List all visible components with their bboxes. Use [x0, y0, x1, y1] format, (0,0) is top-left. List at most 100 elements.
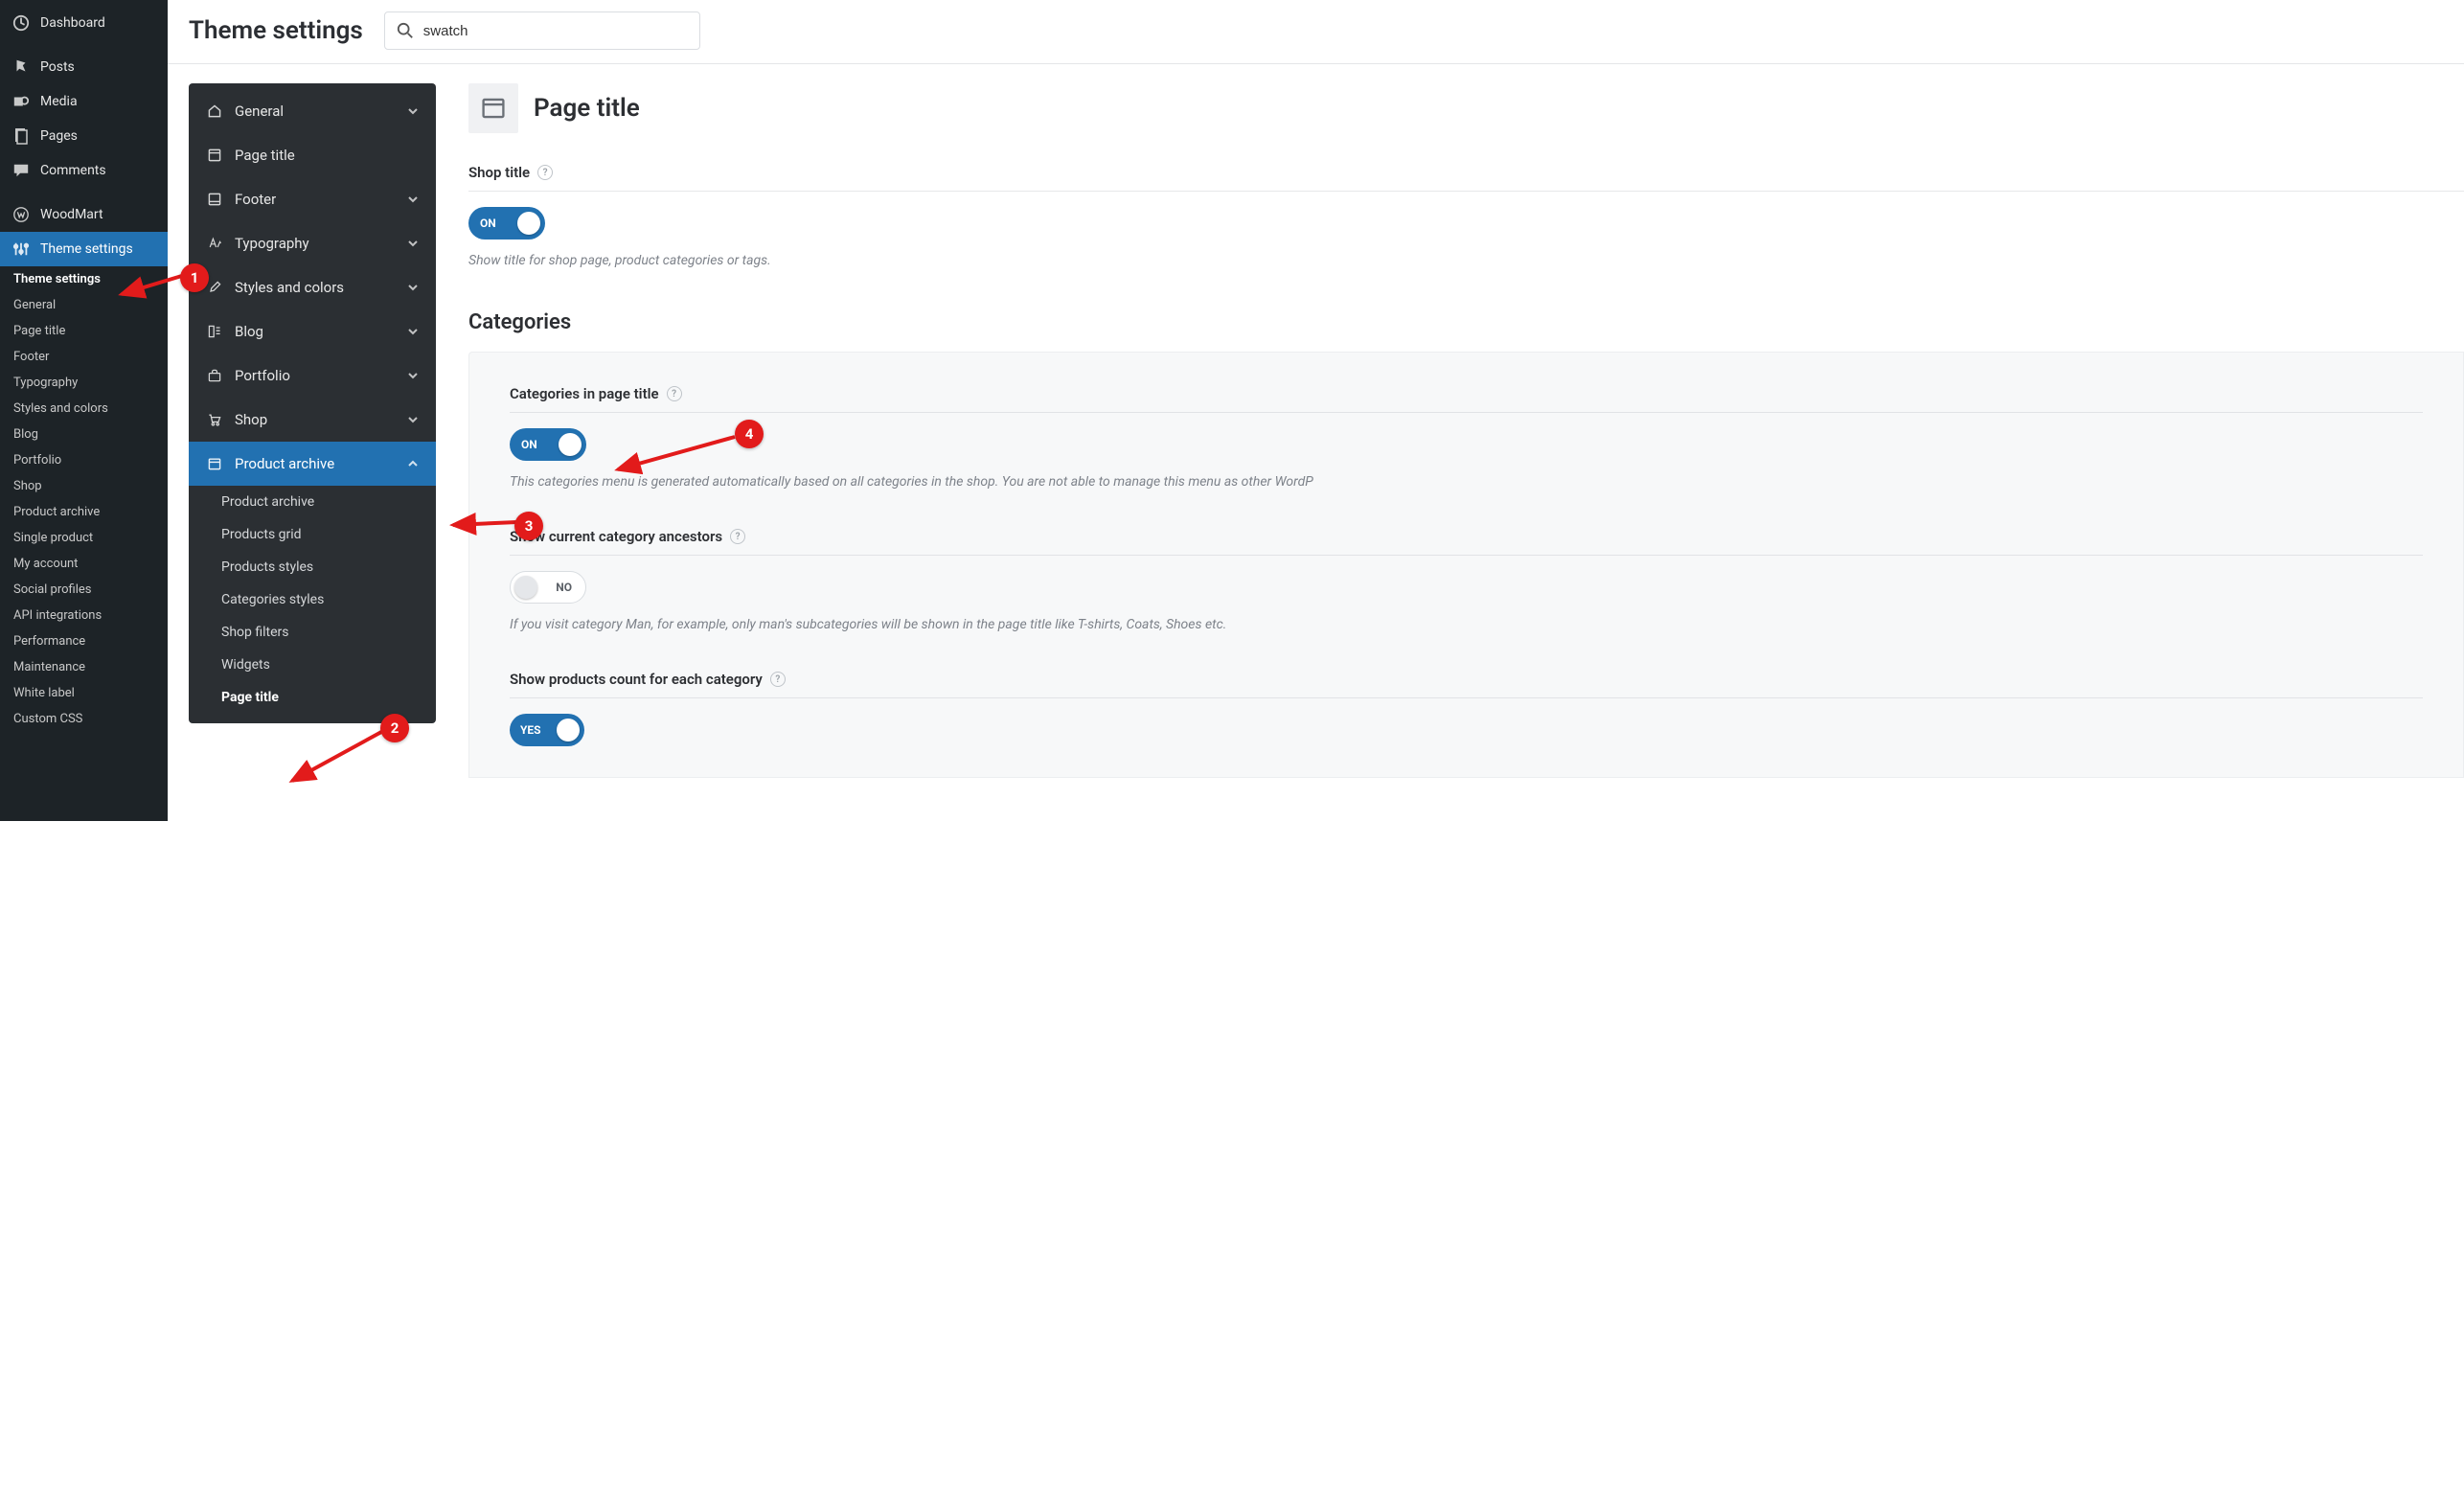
footer-icon	[206, 191, 223, 208]
sidebar-label: Pages	[40, 128, 78, 144]
nav-footer[interactable]: Footer	[189, 177, 436, 221]
chevron-down-icon	[407, 282, 419, 293]
nav-label: Shop	[235, 411, 267, 428]
nav-portfolio[interactable]: Portfolio	[189, 354, 436, 398]
toggle-shop-title[interactable]: ON	[468, 207, 545, 240]
nav-label: Footer	[235, 191, 276, 208]
nav-sub-item[interactable]: Shop filters	[189, 616, 436, 649]
chevron-down-icon	[407, 370, 419, 381]
sidebar-sub-performance[interactable]: Performance	[11, 628, 168, 654]
nav-blog[interactable]: Blog	[189, 309, 436, 354]
sidebar-sub-single-product[interactable]: Single product	[11, 525, 168, 551]
annotation-marker-1: 1	[180, 263, 209, 292]
categories-heading: Categories	[468, 310, 2464, 334]
nav-typography[interactable]: Typography	[189, 221, 436, 265]
sidebar-label: Media	[40, 94, 78, 109]
chevron-down-icon	[407, 238, 419, 249]
cart-icon	[206, 411, 223, 428]
nav-product-archive[interactable]: Product archive	[189, 442, 436, 486]
chevron-up-icon	[407, 458, 419, 469]
page-title: Theme settings	[189, 16, 363, 45]
field-label-text: Categories in page title	[510, 385, 659, 402]
sidebar-sub-footer[interactable]: Footer	[11, 344, 168, 370]
toggle-label: NO	[556, 581, 572, 594]
pages-icon	[11, 126, 31, 146]
sidebar-sub-api-integrations[interactable]: API integrations	[11, 603, 168, 628]
sidebar-sub-portfolio[interactable]: Portfolio	[11, 447, 168, 473]
section-icon	[468, 83, 518, 133]
wp-admin-sidebar: Dashboard Posts Media Pages Comments Woo…	[0, 0, 168, 821]
help-icon[interactable]: ?	[770, 672, 786, 687]
nav-styles-colors[interactable]: Styles and colors	[189, 265, 436, 309]
sidebar-item-comments[interactable]: Comments	[0, 153, 168, 188]
toggle-knob	[517, 212, 540, 235]
sidebar-sub-white-label[interactable]: White label	[11, 680, 168, 706]
field-description: If you visit category Man, for example, …	[510, 617, 2423, 632]
sidebar-sub-typography[interactable]: Typography	[11, 370, 168, 396]
sidebar-label: Dashboard	[40, 15, 105, 31]
sidebar-sub-general[interactable]: General	[11, 292, 168, 318]
sidebar-item-media[interactable]: Media	[0, 84, 168, 119]
nav-sub-item[interactable]: Widgets	[189, 649, 436, 681]
sidebar-sub-maintenance[interactable]: Maintenance	[11, 654, 168, 680]
sidebar-sub-product-archive[interactable]: Product archive	[11, 499, 168, 525]
blog-icon	[206, 323, 223, 340]
sidebar-sub-social-profiles[interactable]: Social profiles	[11, 577, 168, 603]
field-shop-title: Shop title ? ON Show title for shop page…	[468, 158, 2464, 291]
woodmart-icon	[11, 205, 31, 224]
toggle-categories-in-title[interactable]: ON	[510, 428, 586, 461]
page-icon	[206, 147, 223, 164]
nav-sub-item[interactable]: Product archive	[189, 486, 436, 518]
sidebar-sub-custom-css[interactable]: Custom CSS	[11, 706, 168, 732]
brush-icon	[206, 279, 223, 296]
search-input[interactable]	[423, 23, 688, 39]
toggle-products-count[interactable]: YES	[510, 714, 584, 746]
nav-page-title[interactable]: Page title	[189, 133, 436, 177]
field-products-count: Show products count for each category ? …	[510, 665, 2423, 758]
sidebar-sub-theme-settings[interactable]: Theme settings	[11, 266, 168, 292]
sidebar-submenu: Theme settings General Page title Footer…	[0, 266, 168, 732]
sidebar-item-dashboard[interactable]: Dashboard	[0, 6, 168, 40]
sidebar-sub-styles-colors[interactable]: Styles and colors	[11, 396, 168, 422]
annotation-marker-2: 2	[380, 714, 409, 742]
sidebar-item-woodmart[interactable]: WoodMart	[0, 197, 168, 232]
nav-label: Portfolio	[235, 367, 290, 384]
nav-sub-product-archive: Product archive Products grid Products s…	[189, 486, 436, 714]
sidebar-item-theme-settings[interactable]: Theme settings	[0, 232, 168, 266]
archive-icon	[206, 455, 223, 472]
nav-sub-page-title[interactable]: Page title	[189, 681, 436, 714]
nav-sub-item[interactable]: Products styles	[189, 551, 436, 583]
help-icon[interactable]: ?	[730, 529, 745, 544]
sidebar-sub-shop[interactable]: Shop	[11, 473, 168, 499]
field-categories-in-title: Categories in page title ? ON This categ…	[510, 379, 2423, 522]
toggle-label: ON	[480, 217, 496, 230]
nav-sub-item[interactable]: Products grid	[189, 518, 436, 551]
help-icon[interactable]: ?	[537, 165, 553, 180]
media-icon	[11, 92, 31, 111]
annotation-marker-4: 4	[735, 420, 764, 448]
sidebar-sub-blog[interactable]: Blog	[11, 422, 168, 447]
sidebar-sub-my-account[interactable]: My account	[11, 551, 168, 577]
sidebar-item-posts[interactable]: Posts	[0, 50, 168, 84]
chevron-down-icon	[407, 105, 419, 117]
toggle-label: YES	[520, 723, 541, 737]
typography-icon	[206, 235, 223, 252]
toggle-ancestors[interactable]: NO	[510, 571, 586, 604]
dashboard-icon	[11, 13, 31, 33]
briefcase-icon	[206, 367, 223, 384]
nav-sub-item[interactable]: Categories styles	[189, 583, 436, 616]
sidebar-sub-page-title[interactable]: Page title	[11, 318, 168, 344]
search-box[interactable]	[384, 11, 700, 50]
nav-shop[interactable]: Shop	[189, 398, 436, 442]
field-description: This categories menu is generated automa…	[510, 474, 2423, 490]
search-icon	[397, 22, 414, 39]
nav-general[interactable]: General	[189, 89, 436, 133]
annotation-marker-3: 3	[514, 512, 543, 540]
sidebar-label: Theme settings	[40, 241, 133, 257]
toggle-knob	[557, 719, 580, 742]
sidebar-item-pages[interactable]: Pages	[0, 119, 168, 153]
comment-icon	[11, 161, 31, 180]
chevron-down-icon	[407, 194, 419, 205]
home-icon	[206, 103, 223, 120]
help-icon[interactable]: ?	[667, 386, 682, 401]
